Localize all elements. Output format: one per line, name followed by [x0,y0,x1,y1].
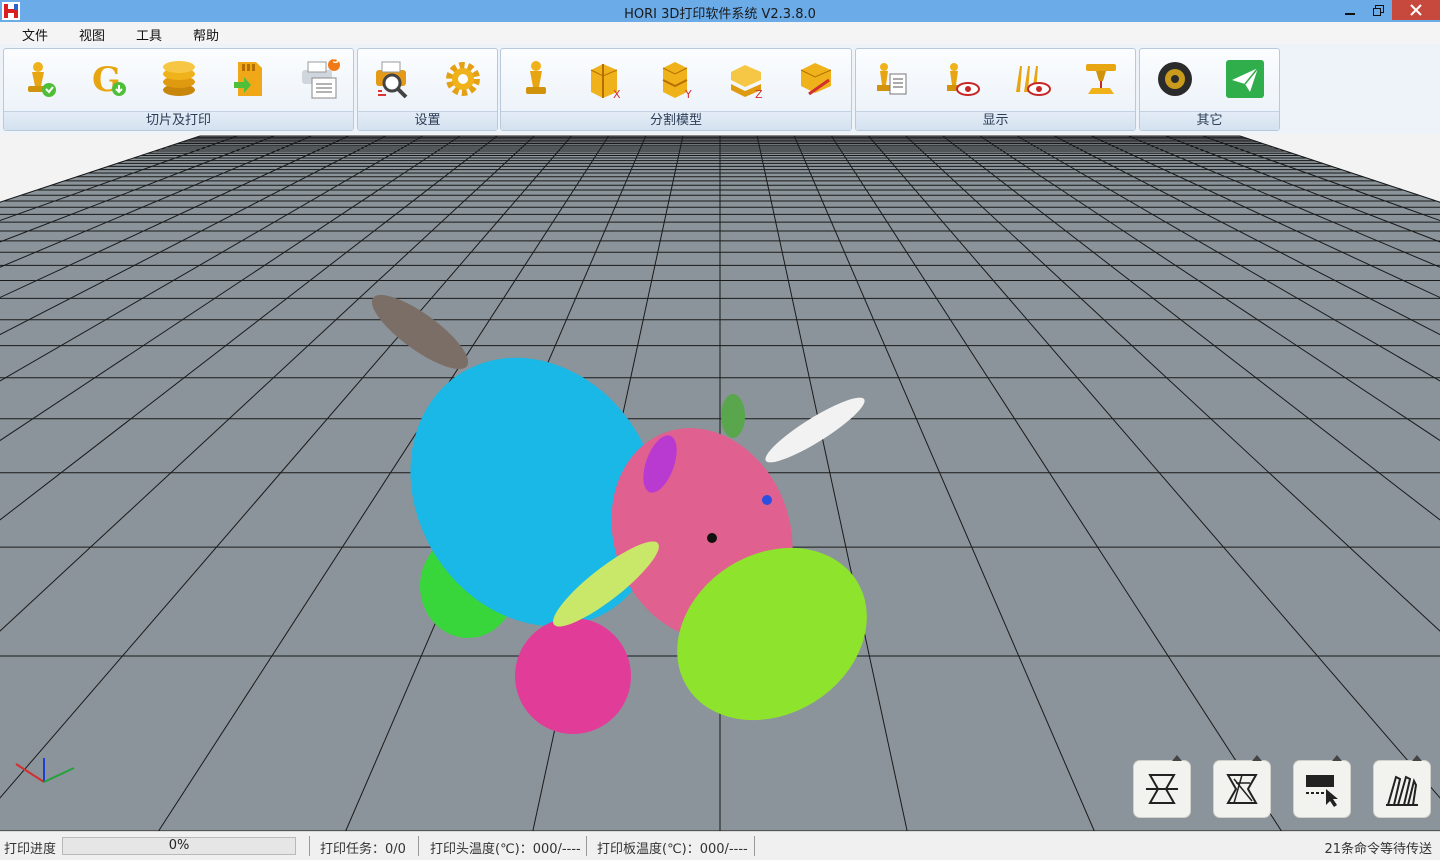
cross-section-menu-arrow[interactable] [1172,755,1182,761]
status-divider [418,836,419,856]
preview-eye-icon [947,63,980,96]
status-divider [309,836,310,856]
status-bar: 打印进度 0% 打印任务：0/0 打印头温度(℃)：000/---- 打印板温度… [0,831,1440,860]
minimize-button[interactable] [1336,0,1364,20]
command-queue-status: 21条命令等待传送 [1324,842,1432,857]
split-y-button[interactable]: Y [654,57,698,101]
preview-eye-button[interactable] [939,57,983,101]
print-bed-scene[interactable] [0,134,1440,831]
model-leg-front [515,618,631,734]
support-icon [1386,775,1418,806]
group-split-model: X Y Z 分割模型 [500,48,852,131]
head-temperature: 打印头温度(℃)：000/---- [430,842,581,857]
status-divider [586,836,587,856]
split-x-icon: X [590,64,621,100]
print-progress-text: 0% [168,838,190,853]
support-view-button[interactable] [1009,57,1053,101]
slice-layer-button[interactable] [1213,755,1271,818]
menu-file[interactable]: 文件 [22,25,48,44]
nozzle-button[interactable] [1079,57,1123,101]
select-area-icon [1306,775,1338,807]
status-divider [754,836,755,856]
print-progress-bar: 0% [62,837,296,855]
print-queue-badge: 5 [332,55,340,66]
split-y-icon: Y [662,62,692,100]
split-z-label: Z [755,88,763,100]
ribbon-toolbar: G 5 切片及打印 设置 X Y Z 分割模型 显示 其它 [0,44,1440,135]
close-icon [1410,4,1422,16]
send-icon [1226,60,1264,98]
model-list-button[interactable] [869,57,913,101]
print-task-status: 打印任务：0/0 [320,842,406,857]
split-x-button[interactable]: X [584,57,628,101]
support-menu-arrow[interactable] [1412,755,1422,761]
model-list-icon [877,63,907,95]
cross-section-icon [1146,774,1178,804]
printer-search-button[interactable] [371,57,415,101]
cross-section-button[interactable] [1133,755,1191,818]
select-area-menu-arrow[interactable] [1332,755,1342,761]
group-label-slice-print: 切片及打印 [4,111,353,130]
minimize-icon [1345,13,1355,15]
slice-layer-menu-arrow[interactable] [1252,755,1262,761]
group-slice-print: G 5 切片及打印 [3,48,354,131]
split-z-icon: Z [731,65,763,100]
title-bar: HORI 3D打印软件系统 V2.3.8.0 [0,0,1440,22]
menu-bar: 文件 视图 工具 帮助 [0,22,1440,44]
split-x-label: X [613,88,621,100]
printer-search-icon [376,61,408,99]
3d-viewport[interactable] [0,134,1440,831]
group-display: 显示 [855,48,1136,131]
group-settings: 设置 [357,48,498,131]
model-eye [707,533,717,543]
disc-button[interactable] [1153,57,1197,101]
bed-temperature: 打印板温度(℃)：000/---- [597,842,748,857]
window-title: HORI 3D打印软件系统 V2.3.8.0 [624,7,816,22]
send-button[interactable] [1223,57,1267,101]
progress-label: 打印进度 [4,842,57,857]
model-horn [721,394,745,438]
gcode-download-icon: G [92,60,126,100]
settings-button[interactable] [441,57,485,101]
select-area-button[interactable] [1293,755,1351,818]
support-view-icon [1016,66,1051,96]
split-custom-icon [800,63,832,96]
model-eye-marker [762,495,772,505]
menu-help[interactable]: 帮助 [193,25,219,44]
sd-card-import-button[interactable] [227,57,271,101]
split-y-label: Y [684,88,692,100]
group-label-split-model: 分割模型 [501,111,851,130]
close-button[interactable] [1392,0,1440,20]
group-other: 其它 [1139,48,1280,131]
group-label-display: 显示 [856,111,1135,130]
split-z-button[interactable]: Z [724,57,768,101]
layers-stack-icon [163,61,195,96]
settings-gear-icon [446,62,480,96]
layers-button[interactable] [157,57,201,101]
slice-layer-icon [1226,774,1258,804]
slice-print-button[interactable] [17,57,61,101]
nozzle-icon [1086,64,1116,94]
menu-view[interactable]: 视图 [79,25,105,44]
group-label-settings: 设置 [358,111,497,130]
slice-print-icon [28,62,56,97]
model-piece-button[interactable] [514,57,558,101]
disc-icon [1158,62,1192,96]
chess-piece-icon [526,61,546,94]
sd-card-import-icon [234,62,262,96]
gcode-download-button[interactable]: G [87,57,131,101]
restore-button[interactable] [1364,0,1392,20]
group-label-other: 其它 [1140,111,1279,130]
split-custom-button[interactable] [794,57,838,101]
menu-tools[interactable]: 工具 [136,25,162,44]
restore-icon [1372,4,1384,16]
support-button[interactable] [1373,755,1431,818]
print-queue-button[interactable]: 5 [297,55,341,101]
